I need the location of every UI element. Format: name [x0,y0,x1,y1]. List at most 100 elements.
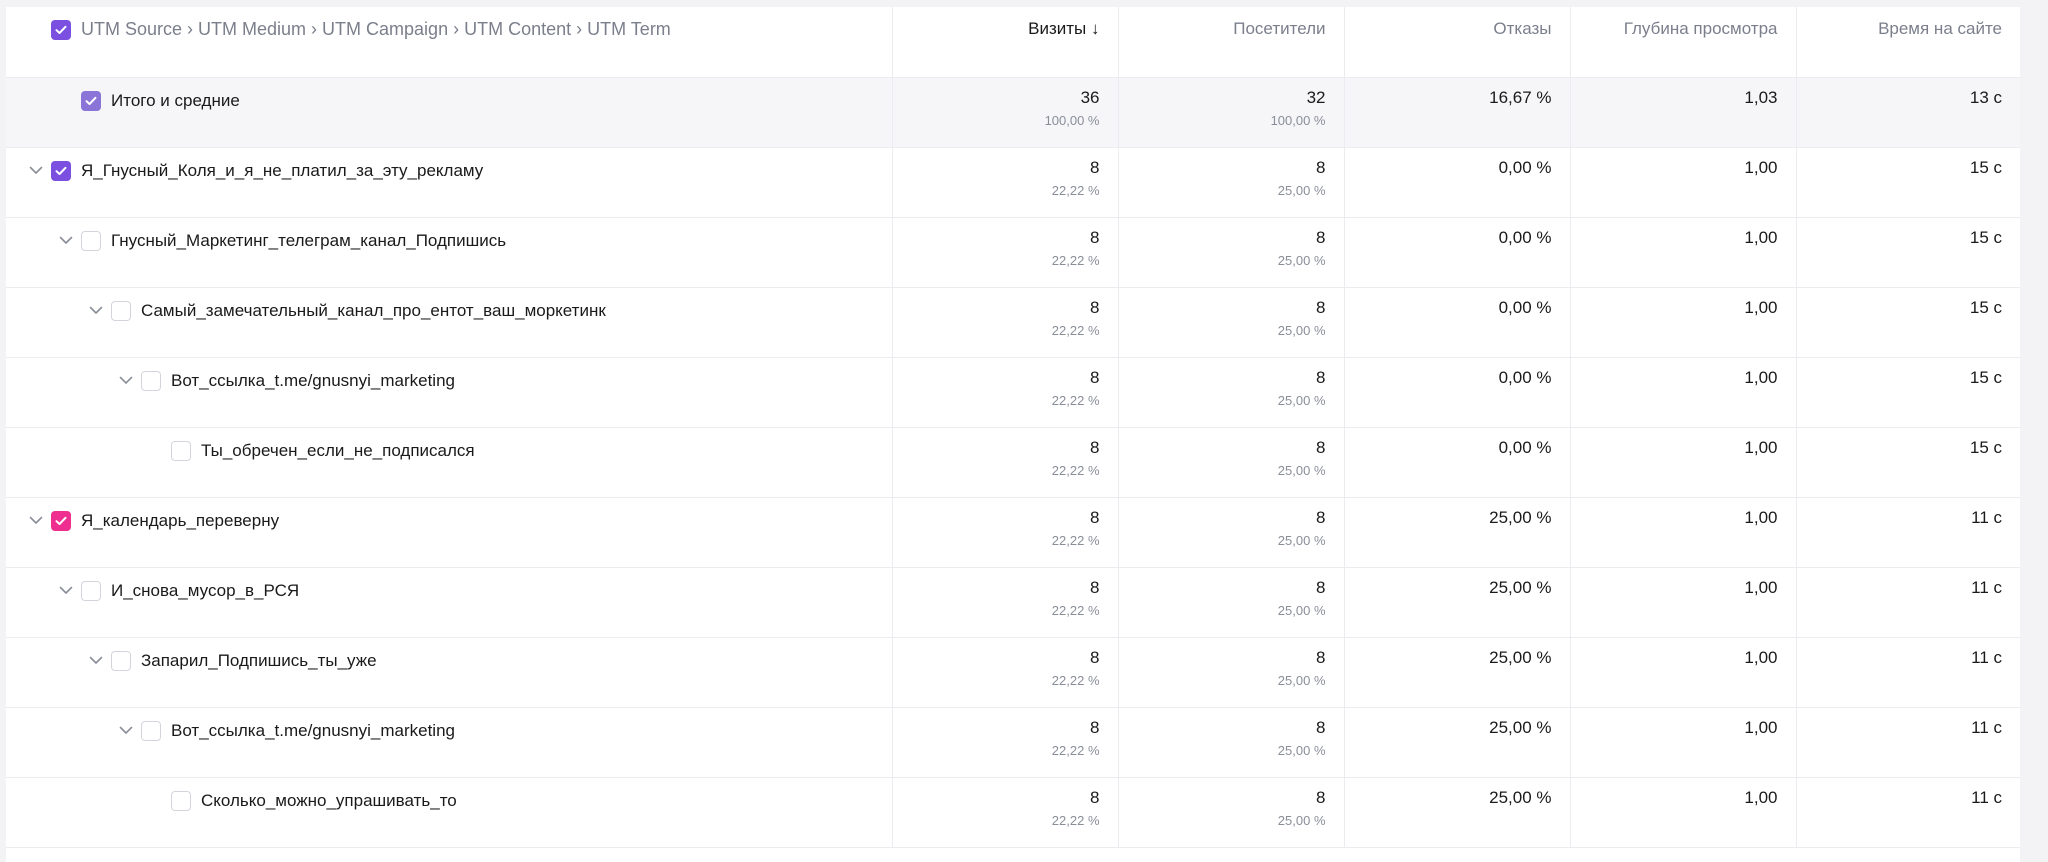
dimension-cell: Запарил_Подпишись_ты_уже [6,637,892,708]
users-cell: 8 25,00 % [1117,567,1344,638]
row-checkbox[interactable] [171,440,191,461]
dimension-cell: Ты_обречен_если_не_подписался [6,427,892,498]
bounce-rate-cell: 25,00 % [1343,567,1570,638]
row-label[interactable]: Сколько_можно_упрашивать_то [201,791,457,811]
metric-value: 8 [1316,157,1326,177]
row-checkbox[interactable] [141,370,161,391]
table-row[interactable]: Самый_замечательный_канал_про_ентот_ваш_… [6,287,2020,358]
time-on-site-cell: 15 с [1795,147,2020,218]
page-depth-cell: 1,00 [1569,147,1796,218]
visits-cell: 36 100,00 % [891,77,1118,148]
table-row[interactable]: Запарил_Подпишись_ты_уже 8 22,22 % 8 25,00 %… [6,637,2020,708]
metric-value: 1,00 [1744,577,1778,597]
column-header-time[interactable]: Время на сайте [1795,7,2020,78]
chevron-down-icon[interactable] [51,230,81,252]
visits-cell: 8 22,22 % [891,287,1118,358]
metric-share: 25,00 % [1277,812,1326,828]
select-all-checkbox[interactable] [51,19,71,40]
dimension-cell: Я_календарь_переверну [6,497,892,568]
row-label[interactable]: Я_календарь_переверну [81,511,279,531]
visits-cell: 8 22,22 % [891,637,1118,708]
row-checkbox[interactable] [111,300,131,321]
row-label[interactable]: И_снова_мусор_в_РСЯ [111,581,299,601]
table-row[interactable]: Я_календарь_переверну 8 22,22 % 8 25,00 % 25,… [6,497,2020,568]
users-cell: 8 25,00 % [1117,217,1344,288]
dimension-crumb[interactable]: UTM Campaign [322,19,448,39]
dimension-crumb[interactable]: UTM Medium [198,19,306,39]
row-label[interactable]: Вот_ссылка_t.me/gnusnyi_marketing [171,721,455,741]
bounce-rate-cell: 16,67 % [1343,77,1570,148]
time-on-site-cell: 15 с [1795,357,2020,428]
table-row[interactable]: Гнусный_Маркетинг_телеграм_канал_Подпиши… [6,217,2020,288]
metric-value: 25,00 % [1489,787,1552,807]
column-header-bounce[interactable]: Отказы [1343,7,1570,78]
metric-value: 16,67 % [1489,87,1552,107]
table-row[interactable]: Вот_ссылка_t.me/gnusnyi_marketing 8 22,22 … [6,707,2020,778]
row-label[interactable]: Вот_ссылка_t.me/gnusnyi_marketing [171,371,455,391]
dimension-crumb[interactable]: UTM Source [81,19,182,39]
metric-value: 11 с [1971,507,2002,527]
metric-value: 1,00 [1744,297,1778,317]
metric-share: 25,00 % [1277,672,1326,688]
metric-value: 25,00 % [1489,577,1552,597]
table-header-row: UTM Source › UTM Medium › UTM Campaign › UTM C… [6,7,2020,78]
metric-value: 1,00 [1744,507,1778,527]
row-checkbox[interactable] [141,720,161,741]
table-row[interactable]: Сколько_можно_упрашивать_то 8 22,22 % 8 25,0… [6,777,2020,848]
column-header-visits[interactable]: Визиты ↓ [891,7,1118,78]
chevron-down-icon[interactable] [21,510,51,532]
chevron-down-icon[interactable] [21,160,51,182]
metric-value: 0,00 % [1498,367,1552,387]
chevron-down-icon[interactable] [111,370,141,392]
column-label-users: Посетители [1233,19,1326,38]
users-cell: 8 25,00 % [1117,637,1344,708]
total-row[interactable]: Итого и средние 36 100,00 % 32 100,00 % 16,67… [6,77,2020,148]
page-depth-cell: 1,03 [1569,77,1796,148]
chevron-down-icon[interactable] [81,300,111,322]
row-checkbox[interactable] [81,230,101,251]
metric-value: 1,00 [1744,647,1778,667]
time-on-site-cell: 13 с [1795,77,2020,148]
metric-value: 8 [1090,227,1100,247]
metric-value: 15 с [1969,297,2002,317]
dimension-cell: Вот_ссылка_t.me/gnusnyi_marketing [6,357,892,428]
metric-value: 8 [1090,507,1100,527]
metric-value: 15 с [1969,437,2002,457]
time-on-site-cell: 11 с [1795,637,2020,708]
dimension-crumb[interactable]: UTM Content [464,19,571,39]
metric-value: 1,00 [1744,367,1778,387]
row-checkbox[interactable] [81,90,101,111]
row-label[interactable]: Самый_замечательный_канал_про_ентот_ваш_… [141,301,606,321]
table-row[interactable]: И_снова_мусор_в_РСЯ 8 22,22 % 8 25,00 % 25,00… [6,567,2020,638]
metric-value: 8 [1316,647,1326,667]
bounce-rate-cell: 0,00 % [1343,217,1570,288]
row-label[interactable]: Гнусный_Маркетинг_телеграм_канал_Подпиши… [111,231,506,251]
metric-value: 11 с [1971,577,2002,597]
row-label[interactable]: Я_Гнусный_Коля_и_я_не_платил_за_эту_рекл… [81,161,483,181]
dimension-cell: Самый_замечательный_канал_про_ентот_ваш_… [6,287,892,358]
column-header-users[interactable]: Посетители [1117,7,1344,78]
metric-value: 32 [1306,87,1326,107]
chevron-down-icon[interactable] [51,580,81,602]
chevron-down-icon[interactable] [81,650,111,672]
chevron-down-icon[interactable] [111,720,141,742]
metric-share: 22,22 % [1051,392,1100,408]
metric-share: 100,00 % [1270,112,1326,128]
column-header-depth[interactable]: Глубина просмотра [1569,7,1796,78]
row-checkbox[interactable] [171,790,191,811]
row-label[interactable]: Ты_обречен_если_не_подписался [201,441,475,461]
row-checkbox[interactable] [81,580,101,601]
time-on-site-cell: 11 с [1795,567,2020,638]
metric-share: 25,00 % [1277,182,1326,198]
table-row[interactable]: Я_Гнусный_Коля_и_я_не_платил_за_эту_рекл… [6,147,2020,218]
row-label[interactable]: Запарил_Подпишись_ты_уже [141,651,377,671]
dimension-crumb[interactable]: UTM Term [587,19,671,39]
metric-share: 22,22 % [1051,602,1100,618]
row-checkbox[interactable] [51,510,71,531]
table-row[interactable]: Ты_обречен_если_не_подписался 8 22,22 % 8 25… [6,427,2020,498]
table-row[interactable]: Вот_ссылка_t.me/gnusnyi_marketing 8 22,22 … [6,357,2020,428]
row-checkbox[interactable] [51,160,71,181]
visits-cell: 8 22,22 % [891,427,1118,498]
metric-value: 1,00 [1744,157,1778,177]
row-checkbox[interactable] [111,650,131,671]
